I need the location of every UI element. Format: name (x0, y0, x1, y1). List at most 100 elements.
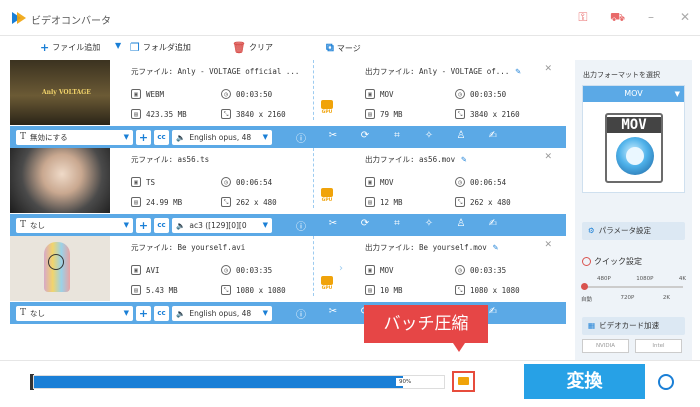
info-icon[interactable]: ⓘ (296, 130, 306, 145)
add-subtitle-button[interactable]: + (136, 217, 151, 233)
source-format-value: AVI (146, 265, 160, 275)
cc-icon[interactable]: cc (154, 305, 169, 321)
audio-select[interactable]: 🔈 ac3 ([129][0][0 ▼ (172, 217, 272, 233)
edit-pencil-icon[interactable]: ✎ (515, 67, 520, 77)
hardware-acceleration-toggle[interactable]: ▦ ビデオカード加速 (582, 317, 685, 335)
output-duration: ◷ 00:03:50 (455, 89, 565, 99)
add-subtitle-button[interactable]: + (136, 129, 151, 145)
effects-icon[interactable]: ✧ (424, 130, 434, 145)
file-item: Anly VOLTAGE 元ファイル: Anly - VOLTAGE offic… (10, 60, 566, 148)
audio-select[interactable]: 🔈 English opus, 48 ▼ (172, 305, 272, 321)
intel-logo: Intel (635, 339, 682, 353)
output-size-value: 12 MB (380, 197, 403, 207)
key-icon[interactable]: ⚿ (576, 10, 590, 24)
source-resolution: ⤡ 262 x 480 (221, 197, 331, 207)
source-filename: 元ファイル: Anly - VOLTAGE official ... (131, 67, 300, 76)
cc-icon[interactable]: cc (154, 129, 169, 145)
output-folder-button[interactable] (452, 371, 475, 392)
crop-icon[interactable]: ⌗ (392, 218, 402, 233)
slider-handle[interactable] (581, 283, 588, 290)
source-info: 元ファイル: as56.ts ▣ TS ◷ 00:06:54 ▤ 24.99 MB ⤡… (131, 154, 331, 207)
cc-icon[interactable]: cc (154, 217, 169, 233)
cut-icon[interactable]: ✂ (328, 130, 338, 145)
text-icon: T (20, 220, 27, 230)
add-file-button[interactable]: + ファイル追加 (40, 41, 100, 54)
output-resolution: ⤡ 262 x 480 (455, 197, 565, 207)
chevron-down-icon: ▼ (123, 221, 129, 229)
source-duration: ◷ 00:03:50 (221, 89, 331, 99)
merge-button[interactable]: ⧉ マージ (326, 41, 361, 55)
item-options-bar: T 無効にする ▼ + cc 🔈 English opus, 48 ▼ ⓘ ✂ ⟳ ⌗ … (10, 126, 566, 148)
effects-icon[interactable]: ✧ (424, 218, 434, 233)
cart-icon[interactable]: ⛟ (610, 10, 625, 24)
output-size-value: 79 MB (380, 109, 403, 119)
info-icon[interactable]: ⓘ (296, 218, 306, 233)
add-folder-button[interactable]: ❐ フォルダ追加 (130, 41, 191, 54)
add-file-dropdown[interactable]: ▼ (115, 41, 121, 50)
edit-pencil-icon[interactable]: ✎ (461, 155, 466, 165)
video-thumbnail[interactable]: Anly VOLTAGE (10, 60, 110, 125)
quick-settings-label: クイック設定 (594, 257, 642, 266)
audio-value: ac3 ([129][0][0 (189, 220, 247, 230)
minimize-button[interactable]: – (644, 10, 658, 24)
parameter-settings-button[interactable]: ⚙ パラメータ設定 (582, 222, 685, 240)
chevron-down-icon: ▼ (262, 309, 268, 317)
alarm-clock-icon[interactable] (658, 374, 674, 390)
clock-icon: ◷ (455, 265, 465, 275)
info-icon[interactable]: ⓘ (296, 306, 306, 321)
subtitle-value: 無効にする (30, 132, 68, 142)
remove-item-icon[interactable]: ✕ (544, 152, 552, 162)
subtitle-select[interactable]: T なし ▼ (16, 305, 133, 321)
edit-icon[interactable]: ✍ (488, 306, 498, 321)
title-bar: ビデオコンバータ ⚿ ⛟ – ✕ (0, 0, 700, 36)
quality-label: 自動 (581, 297, 593, 303)
resolution-icon: ⤡ (455, 285, 465, 295)
remove-item-icon[interactable]: ✕ (544, 64, 552, 74)
quality-slider[interactable] (581, 283, 683, 290)
clock-icon: ◷ (455, 177, 465, 187)
film-icon: ▣ (365, 177, 375, 187)
quicktime-logo (616, 137, 654, 175)
video-thumbnail[interactable] (10, 236, 110, 301)
file-icon: ▤ (131, 285, 141, 295)
edit-pencil-icon[interactable]: ✎ (493, 243, 498, 253)
rotate-icon[interactable]: ⟳ (360, 130, 370, 145)
subtitle-select[interactable]: T なし ▼ (16, 217, 133, 233)
film-icon: ▣ (131, 89, 141, 99)
output-format: ▣ MOV (365, 89, 455, 99)
subtitle-select[interactable]: T 無効にする ▼ (16, 129, 133, 145)
crop-icon[interactable]: ⌗ (392, 130, 402, 145)
clear-button[interactable]: 🗑 クリア (232, 41, 273, 54)
watermark-icon[interactable]: ♙ (456, 218, 466, 233)
output-size: ▤ 10 MB (365, 285, 455, 295)
rotate-icon[interactable]: ⟳ (360, 218, 370, 233)
format-selector[interactable]: MOV ▼ MOV (582, 85, 685, 193)
watermark-icon[interactable]: ♙ (456, 130, 466, 145)
chevron-down-icon: ▼ (123, 309, 129, 317)
edit-icon[interactable]: ✍ (488, 130, 498, 145)
source-resolution: ⤡ 3840 x 2160 (221, 109, 331, 119)
format-dropdown[interactable]: MOV ▼ (583, 86, 684, 102)
edit-icon[interactable]: ✍ (488, 218, 498, 233)
video-thumbnail[interactable] (10, 148, 110, 213)
convert-button[interactable]: 変換 (524, 364, 645, 399)
resolution-icon: ⤡ (221, 285, 231, 295)
source-resolution: ⤡ 1080 x 1080 (221, 285, 331, 295)
quality-label: 480P (597, 276, 611, 282)
hardware-acceleration-label: ビデオカード加速 (599, 321, 660, 330)
output-resolution: ⤡ 1080 x 1080 (455, 285, 565, 295)
audio-select[interactable]: 🔈 English opus, 48 ▼ (172, 129, 272, 145)
remove-item-icon[interactable]: ✕ (544, 240, 552, 250)
audio-value: English opus, 48 (189, 308, 252, 318)
gpu-vendors: NVIDIA Intel (582, 339, 682, 353)
source-format: ▣ WEBM (131, 89, 221, 99)
divider (313, 60, 314, 120)
source-duration-value: 00:03:35 (236, 265, 273, 275)
file-icon: ▤ (365, 197, 375, 207)
cut-icon[interactable]: ✂ (328, 218, 338, 233)
settings-icon: ⚙ (588, 226, 595, 235)
close-button[interactable]: ✕ (678, 10, 692, 24)
add-subtitle-button[interactable]: + (136, 305, 151, 321)
output-duration: ◷ 00:03:35 (455, 265, 565, 275)
cut-icon[interactable]: ✂ (328, 306, 338, 321)
